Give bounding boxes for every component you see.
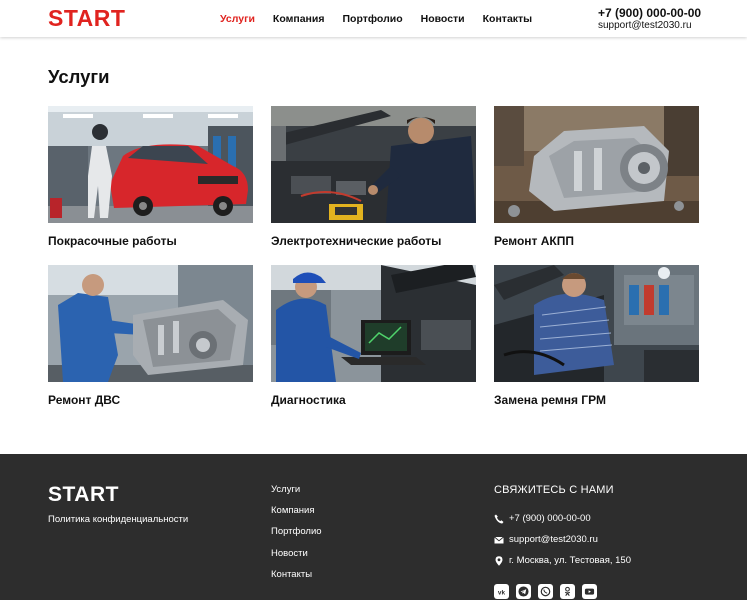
footer-nav-contacts[interactable]: Контакты bbox=[271, 569, 322, 580]
service-image-engine bbox=[48, 265, 253, 382]
nav-item-company[interactable]: Компания bbox=[273, 12, 325, 26]
vk-icon[interactable]: vk bbox=[494, 584, 509, 599]
services-grid: Покрасочные работы Электротехнические ра… bbox=[48, 106, 700, 424]
service-image-electrical bbox=[271, 106, 476, 223]
header-email-link[interactable]: support@test2030.ru bbox=[598, 20, 701, 32]
page-title: Услуги bbox=[48, 66, 110, 87]
footer-address-row: г. Москва, ул. Тестовая, 150 bbox=[494, 555, 631, 566]
site-header: START Услуги Компания Портфолио Новости … bbox=[0, 0, 747, 37]
header-phone-link[interactable]: +7 (900) 000-00-00 bbox=[598, 6, 701, 20]
svg-text:vk: vk bbox=[498, 589, 506, 596]
service-card-diagnostics[interactable]: Диагностика bbox=[271, 265, 476, 424]
service-card-electrical[interactable]: Электротехнические работы bbox=[271, 106, 476, 265]
nav-item-portfolio[interactable]: Портфолио bbox=[342, 12, 402, 26]
whatsapp-icon[interactable] bbox=[538, 584, 553, 599]
service-title: Замена ремня ГРМ bbox=[494, 393, 606, 407]
service-image-timing-belt bbox=[494, 265, 699, 382]
service-title: Ремонт АКПП bbox=[494, 234, 574, 248]
header-contacts: +7 (900) 000-00-00 support@test2030.ru bbox=[598, 6, 701, 32]
service-title: Диагностика bbox=[271, 393, 346, 407]
phone-icon bbox=[494, 514, 504, 524]
service-card-timing-belt[interactable]: Замена ремня ГРМ bbox=[494, 265, 699, 424]
footer-nav-news[interactable]: Новости bbox=[271, 548, 322, 559]
footer-nav-company[interactable]: Компания bbox=[271, 505, 322, 516]
footer-nav: Услуги Компания Портфолио Новости Контак… bbox=[271, 484, 322, 590]
nav-item-contacts[interactable]: Контакты bbox=[483, 12, 533, 26]
service-card-painting[interactable]: Покрасочные работы bbox=[48, 106, 253, 265]
nav-item-services[interactable]: Услуги bbox=[220, 12, 255, 26]
footer-nav-portfolio[interactable]: Портфолио bbox=[271, 526, 322, 537]
footer-logo[interactable]: START bbox=[48, 484, 119, 506]
location-pin-icon bbox=[494, 555, 504, 566]
nav-item-news[interactable]: Новости bbox=[421, 12, 465, 26]
service-image-painting bbox=[48, 106, 253, 223]
footer-nav-services[interactable]: Услуги bbox=[271, 484, 322, 495]
footer-email-link[interactable]: support@test2030.ru bbox=[509, 534, 598, 545]
main-nav: Услуги Компания Портфолио Новости Контак… bbox=[220, 12, 550, 26]
social-links: vk bbox=[494, 584, 604, 599]
privacy-policy-link[interactable]: Политика конфиденциальности bbox=[48, 514, 188, 525]
service-title: Электротехнические работы bbox=[271, 234, 442, 248]
service-title: Ремонт ДВС bbox=[48, 393, 121, 407]
odnoklassniki-icon[interactable] bbox=[560, 584, 575, 599]
telegram-icon[interactable] bbox=[516, 584, 531, 599]
service-title: Покрасочные работы bbox=[48, 234, 177, 248]
service-card-engine[interactable]: Ремонт ДВС bbox=[48, 265, 253, 424]
contact-heading: СВЯЖИТЕСЬ С НАМИ bbox=[494, 484, 614, 496]
email-icon bbox=[494, 535, 504, 545]
service-card-transmission[interactable]: Ремонт АКПП bbox=[494, 106, 699, 265]
footer-address: г. Москва, ул. Тестовая, 150 bbox=[509, 555, 631, 566]
site-footer: START Политика конфиденциальности Услуги… bbox=[0, 454, 747, 600]
footer-email-row: support@test2030.ru bbox=[494, 534, 598, 545]
site-logo[interactable]: START bbox=[48, 5, 125, 31]
youtube-icon[interactable] bbox=[582, 584, 597, 599]
service-image-transmission bbox=[494, 106, 699, 223]
footer-phone-row: +7 (900) 000-00-00 bbox=[494, 513, 591, 524]
footer-phone-link[interactable]: +7 (900) 000-00-00 bbox=[509, 513, 591, 524]
service-image-diagnostics bbox=[271, 265, 476, 382]
